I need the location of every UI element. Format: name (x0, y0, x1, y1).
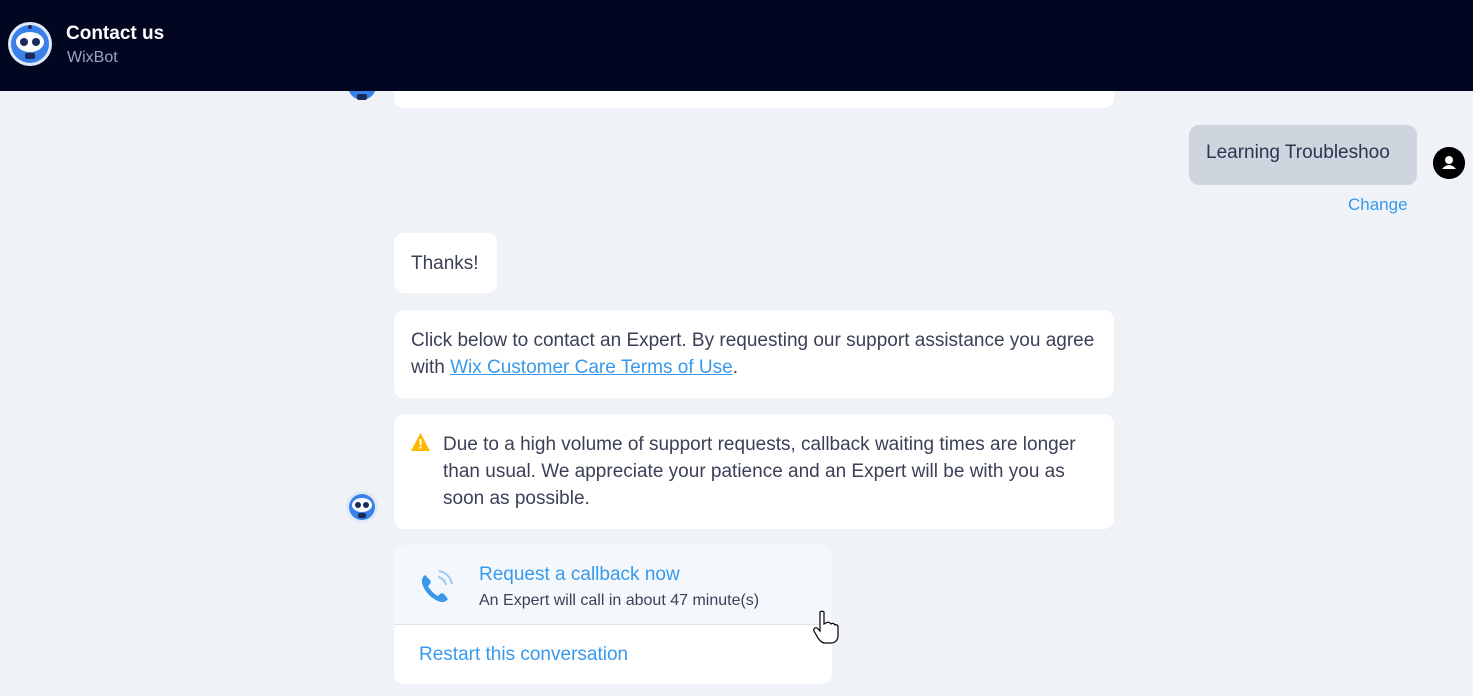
page-title: Contact us (66, 23, 165, 44)
hand-cursor-icon (813, 610, 839, 644)
bot-name: WixBot (67, 49, 118, 66)
chat-header: Contact us WixBot (0, 0, 1473, 91)
phone-icon (421, 570, 453, 603)
change-answer-link[interactable]: Change (1348, 195, 1408, 215)
restart-conversation-button[interactable]: Restart this conversation (419, 644, 628, 666)
contact-text-suffix: . (732, 357, 738, 378)
callback-title: Request a callback now (479, 564, 680, 585)
terms-of-use-link[interactable]: Wix Customer Care Terms of Use (450, 357, 733, 378)
user-message-bubble: Learning Troubleshoo (1189, 125, 1417, 185)
callback-wait-time: An Expert will call in about 47 minute(s… (479, 592, 760, 609)
warning-icon (411, 433, 430, 451)
action-card: Request a callback now An Expert will ca… (394, 545, 832, 684)
robot-icon (8, 22, 52, 66)
user-icon (1433, 147, 1465, 179)
bot-message-warning: Due to a high volume of support requests… (394, 414, 1114, 529)
bot-message-thanks: Thanks! (394, 233, 497, 293)
robot-icon (346, 491, 378, 523)
warning-text: Due to a high volume of support requests… (443, 434, 1076, 509)
bot-message-contact: Click below to contact an Expert. By req… (394, 310, 1114, 398)
request-callback-button[interactable]: Request a callback now An Expert will ca… (394, 545, 832, 625)
